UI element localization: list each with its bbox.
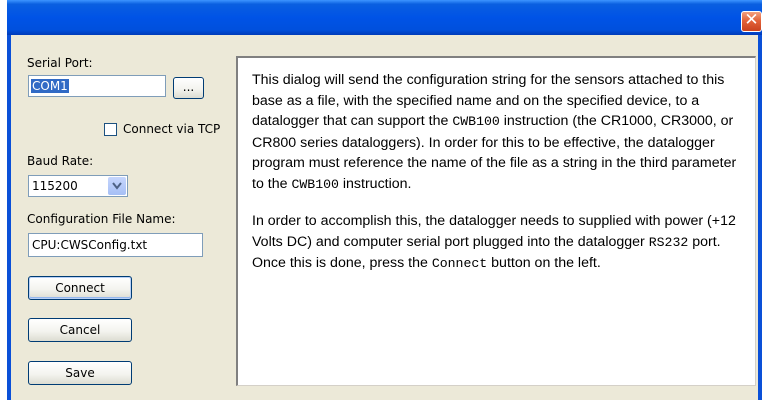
cancel-button[interactable]: Cancel xyxy=(28,318,132,342)
baud-rate-value: 115200 xyxy=(32,179,78,193)
serial-port-input[interactable]: COM1 xyxy=(28,75,166,97)
window-frame-right xyxy=(758,35,762,400)
connect-via-tcp-checkbox[interactable] xyxy=(104,123,117,136)
help-text: This dialog will send the configuration … xyxy=(252,70,747,291)
help-text-segment: button on the left. xyxy=(487,255,601,271)
serial-port-value: COM1 xyxy=(31,79,69,93)
config-file-label: Configuration File Name: xyxy=(27,212,176,226)
help-text-panel: This dialog will send the configuration … xyxy=(236,56,756,386)
window-frame-left xyxy=(7,35,11,400)
connect-via-tcp-label: Connect via TCP xyxy=(123,122,221,136)
chevron-down-icon[interactable] xyxy=(108,177,126,195)
code-term: CWB100 xyxy=(452,114,500,129)
browse-port-button[interactable]: ... xyxy=(173,77,204,99)
baud-rate-label: Baud Rate: xyxy=(27,154,94,168)
code-term: CWB100 xyxy=(291,176,339,192)
close-button[interactable]: ✕ xyxy=(741,11,762,32)
code-term: RS232 xyxy=(648,234,689,250)
config-file-input[interactable]: CPU:CWSConfig.txt xyxy=(28,233,203,257)
close-icon: ✕ xyxy=(744,10,759,30)
dialog-window: ✕ Serial Port: COM1 ... Connect via TCP … xyxy=(7,0,762,400)
help-paragraph-1: This dialog will send the configuration … xyxy=(252,70,747,195)
title-bar[interactable]: ✕ xyxy=(7,0,762,35)
help-text-segment: instruction. xyxy=(338,175,412,192)
code-term: Connect xyxy=(431,256,488,271)
help-paragraph-2: In order to accomplish this, the datalog… xyxy=(252,211,747,275)
baud-rate-select[interactable]: 115200 xyxy=(28,175,128,197)
save-button[interactable]: Save xyxy=(28,361,132,385)
serial-port-label: Serial Port: xyxy=(27,56,93,70)
connect-button[interactable]: Connect xyxy=(28,276,132,300)
